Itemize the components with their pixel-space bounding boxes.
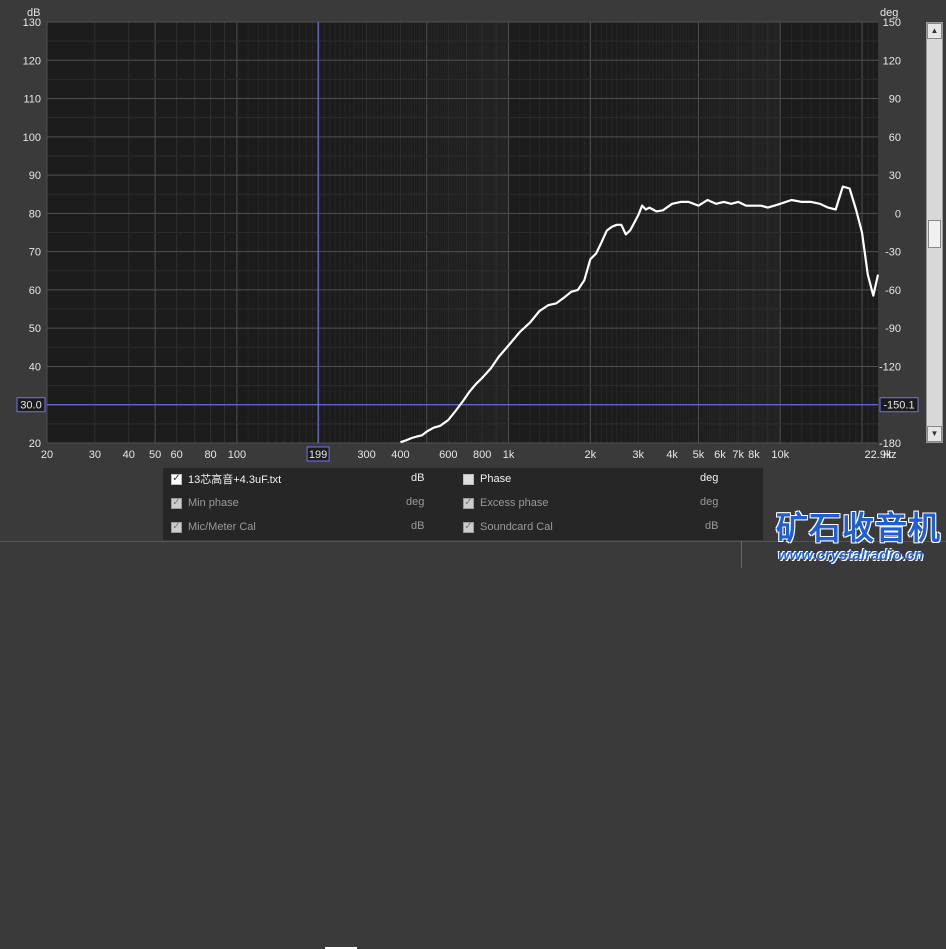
- legend-panel: ✓ 13芯高音+4.3uF.txt dB ✓ Min phase deg ✓ M…: [163, 468, 763, 949]
- legend-label: Excess phase: [480, 497, 549, 509]
- cursor-x-label: 199: [309, 449, 327, 461]
- x-tick-label: 10k: [771, 449, 789, 461]
- y-right-tick-label: 120: [883, 55, 901, 67]
- y-tick-label: 120: [23, 55, 41, 67]
- scroll-up-icon[interactable]: ▲: [927, 23, 942, 39]
- vertical-scrollbar[interactable]: ▲ ▼: [926, 22, 943, 443]
- x-unit-label: Hz: [883, 449, 896, 461]
- legend-item-measurement[interactable]: ✓ 13芯高音+4.3uF.txt: [171, 471, 281, 487]
- y-right-tick-label: 60: [889, 132, 901, 144]
- scroll-thumb[interactable]: [928, 220, 941, 248]
- legend-unit: dB: [705, 520, 719, 532]
- x-tick-label: 6k: [714, 449, 726, 461]
- y-right-unit-label: deg: [880, 7, 898, 19]
- x-tick-label: 80: [204, 449, 216, 461]
- scroll-down-icon[interactable]: ▼: [927, 426, 942, 442]
- x-tick-label: 20: [41, 449, 53, 461]
- y-tick-label: 40: [29, 361, 41, 373]
- y-tick-label: 60: [29, 285, 41, 297]
- legend-unit: dB: [411, 472, 425, 484]
- checkbox[interactable]: [463, 473, 474, 485]
- y-tick-label: 50: [29, 323, 41, 335]
- x-tick-label: 7k: [732, 449, 744, 461]
- y-right-tick-label: -120: [879, 361, 901, 373]
- x-tick-label: 60: [170, 449, 182, 461]
- legend-item-min-phase[interactable]: ✓ Min phase: [171, 495, 239, 511]
- x-tick-label: 30: [89, 449, 101, 461]
- y-axis-right-ticks: -180-150-120-90-60-300306090120150: [879, 17, 901, 450]
- watermark-logo: 矿石收音机: [776, 510, 942, 546]
- y-left-unit-label: dB: [27, 7, 40, 19]
- checkbox[interactable]: ✓: [171, 521, 182, 533]
- legend-unit: deg: [700, 472, 719, 484]
- x-tick-label: 50: [149, 449, 161, 461]
- x-tick-label: 100: [228, 449, 246, 461]
- checkbox[interactable]: ✓: [171, 473, 182, 485]
- y-right-tick-label: -90: [885, 323, 901, 335]
- y-right-tick-label: -30: [885, 247, 901, 259]
- y-right-tick-label: 0: [895, 208, 901, 220]
- y-right-tick-label: 30: [889, 170, 901, 182]
- legend-label: Soundcard Cal: [480, 521, 553, 533]
- x-tick-label: 5k: [693, 449, 705, 461]
- legend-item-mic-cal[interactable]: ✓ Mic/Meter Cal: [171, 519, 256, 535]
- legend-item-soundcard-cal[interactable]: ✓ Soundcard Cal: [463, 519, 553, 535]
- x-tick-label: 600: [439, 449, 457, 461]
- legend-unit: dB: [411, 520, 425, 532]
- legend-item-phase[interactable]: Phase: [463, 471, 511, 487]
- x-tick-label: 8k: [748, 449, 760, 461]
- y-tick-label: 80: [29, 208, 41, 220]
- y-axis-left-ticks: 2030405060708090100110120130: [23, 17, 41, 450]
- x-tick-label: 400: [391, 449, 409, 461]
- x-tick-label: 800: [473, 449, 491, 461]
- watermark-url: www.crystalradio.cn: [778, 547, 924, 564]
- x-tick-label: 1k: [503, 449, 515, 461]
- checkbox[interactable]: ✓: [171, 497, 182, 509]
- y-tick-label: 20: [29, 438, 41, 450]
- legend-label: Phase: [480, 473, 512, 485]
- legend-label: Mic/Meter Cal: [188, 521, 256, 533]
- legend-item-excess-phase[interactable]: ✓ Excess phase: [463, 495, 548, 511]
- cursor-y-right-label: -150.1: [883, 400, 914, 412]
- x-tick-label: 3k: [632, 449, 644, 461]
- y-tick-label: 100: [23, 132, 41, 144]
- y-tick-label: 90: [29, 170, 41, 182]
- y-right-tick-label: -60: [885, 285, 901, 297]
- y-tick-label: 110: [23, 94, 41, 106]
- x-tick-label: 4k: [666, 449, 678, 461]
- legend-unit: deg: [700, 496, 719, 508]
- checkbox[interactable]: ✓: [463, 521, 474, 533]
- legend-unit: deg: [406, 496, 425, 508]
- y-tick-label: 70: [29, 247, 41, 259]
- x-tick-label: 2k: [585, 449, 597, 461]
- cursor-y-label: 30.0: [20, 400, 41, 412]
- frequency-response-chart[interactable]: 20 30 40 50 60 80 100 300 400 600 800 1k 2k 3k 4k 5k 6k 7…: [0, 0, 946, 468]
- legend-label: Min phase: [188, 497, 239, 509]
- checkbox[interactable]: ✓: [463, 497, 474, 509]
- x-axis-ticks: 20 30 40 50 60 80 100 300 400 600 800 1k 2k 3k 4k 5k 6k 7…: [41, 449, 892, 461]
- legend-label: 13芯高音+4.3uF.txt: [188, 474, 282, 486]
- x-tick-label: 300: [357, 449, 375, 461]
- x-tick-label: 40: [123, 449, 135, 461]
- y-right-tick-label: 90: [889, 94, 901, 106]
- status-divider: [741, 541, 742, 568]
